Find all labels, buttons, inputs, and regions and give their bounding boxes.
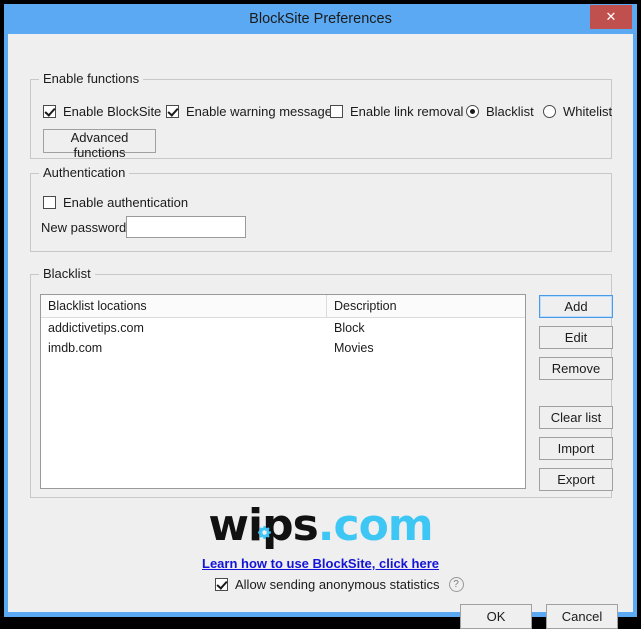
- cancel-button[interactable]: Cancel: [546, 604, 618, 629]
- import-button[interactable]: Import: [539, 437, 613, 460]
- dialog-client-area: Enable functions Enable BlockSite Enable…: [8, 34, 633, 629]
- gear-icon: [257, 500, 272, 539]
- checkbox-label-enable-warning-messages: Enable warning messages: [186, 104, 339, 119]
- ok-button[interactable]: OK: [460, 604, 532, 629]
- checkbox-box-allow-statistics[interactable]: [215, 578, 228, 591]
- checkbox-box-enable-blocksite[interactable]: [43, 105, 56, 118]
- checkbox-enable-blocksite[interactable]: Enable BlockSite: [43, 104, 161, 119]
- blacklist-listview[interactable]: Blacklist locations Description addictiv…: [40, 294, 526, 489]
- new-password-input[interactable]: [126, 216, 246, 238]
- blacklist-group-title: Blacklist: [39, 266, 95, 281]
- export-button[interactable]: Export: [539, 468, 613, 491]
- authentication-group: Authentication: [30, 165, 612, 252]
- column-header-description[interactable]: Description: [327, 295, 525, 317]
- authentication-group-title: Authentication: [39, 165, 130, 180]
- cell-description: Movies: [334, 341, 374, 355]
- radio-label-blacklist: Blacklist: [486, 104, 534, 119]
- radio-dot-blacklist[interactable]: [466, 105, 479, 118]
- remove-button[interactable]: Remove: [539, 357, 613, 380]
- dialog-window: BlockSite Preferences ✕ Enable functions…: [4, 4, 637, 629]
- checkbox-box-enable-link-removal[interactable]: [330, 105, 343, 118]
- title-bar: BlockSite Preferences ✕: [4, 4, 637, 34]
- checkbox-enable-warning-messages[interactable]: Enable warning messages: [166, 104, 338, 119]
- cell-location: addictivetips.com: [48, 321, 144, 335]
- enable-functions-group-title: Enable functions: [39, 71, 144, 86]
- checkbox-enable-link-removal[interactable]: Enable link removal: [330, 104, 463, 119]
- checkbox-label-allow-statistics: Allow sending anonymous statistics: [235, 577, 440, 592]
- new-password-label: New password: [41, 220, 127, 235]
- radio-blacklist[interactable]: Blacklist: [466, 104, 534, 119]
- checkbox-label-enable-blocksite: Enable BlockSite: [63, 104, 162, 119]
- wips-logo: wips.com: [208, 500, 434, 552]
- learn-more-link[interactable]: Learn how to use BlockSite, click here: [8, 556, 633, 571]
- cell-description: Block: [334, 321, 365, 335]
- advanced-functions-button[interactable]: Advanced functions: [43, 129, 156, 160]
- window-title: BlockSite Preferences: [249, 11, 392, 27]
- listview-header: Blacklist locations Description: [41, 295, 525, 318]
- table-row[interactable]: imdb.com Movies: [41, 338, 525, 358]
- edit-button[interactable]: Edit: [539, 326, 613, 349]
- cell-location: imdb.com: [48, 341, 103, 355]
- clear-list-button[interactable]: Clear list: [539, 406, 613, 429]
- checkbox-box-enable-warning-messages[interactable]: [166, 105, 179, 118]
- checkbox-label-enable-link-removal: Enable link removal: [350, 104, 464, 119]
- checkbox-box-enable-authentication[interactable]: [43, 196, 56, 209]
- allow-statistics-row[interactable]: Allow sending anonymous statistics ?: [215, 577, 464, 592]
- add-button[interactable]: Add: [539, 295, 613, 318]
- wips-logo-text-blue: .com: [317, 500, 434, 551]
- checkbox-enable-authentication[interactable]: Enable authentication: [43, 195, 188, 210]
- checkbox-label-enable-authentication: Enable authentication: [63, 195, 189, 210]
- radio-dot-whitelist[interactable]: [543, 105, 556, 118]
- table-row[interactable]: addictivetips.com Block: [41, 318, 525, 338]
- close-icon[interactable]: ✕: [590, 5, 632, 29]
- branding-area: wips.com: [8, 500, 633, 560]
- help-icon[interactable]: ?: [448, 577, 464, 592]
- column-header-locations[interactable]: Blacklist locations: [41, 295, 327, 317]
- radio-whitelist[interactable]: Whitelist: [543, 104, 612, 119]
- radio-label-whitelist: Whitelist: [563, 104, 613, 119]
